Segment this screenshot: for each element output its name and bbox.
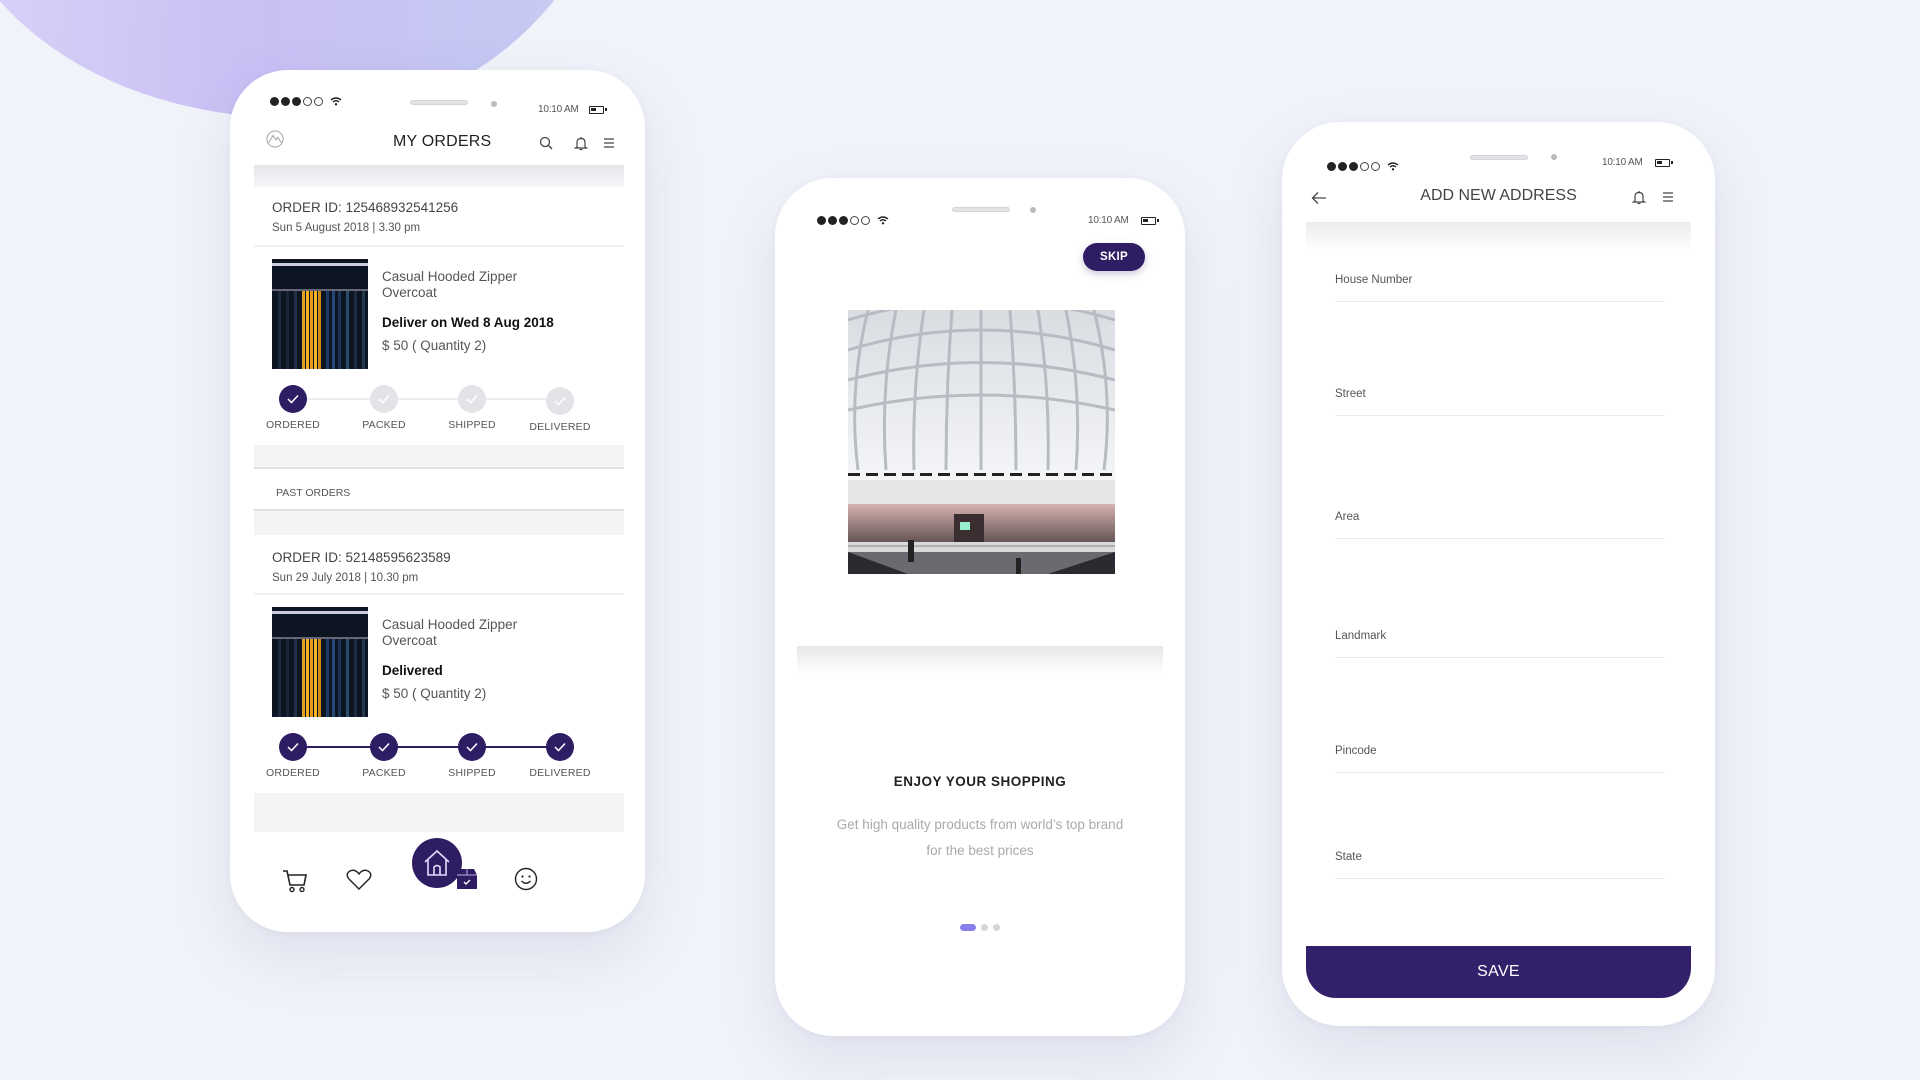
step-shipped: SHIPPED <box>432 733 512 779</box>
carousel-shadow <box>797 646 1163 674</box>
status-time: 10:10 AM <box>538 104 579 115</box>
order-date: Sun 5 August 2018 | 3.30 pm <box>272 222 421 234</box>
page-dot-1[interactable] <box>960 924 976 931</box>
order-date: Sun 29 July 2018 | 10.30 pm <box>272 572 419 584</box>
step-shipped: SHIPPED <box>432 385 512 431</box>
page-title: ADD NEW ADDRESS <box>1420 187 1577 204</box>
step-packed: PACKED <box>344 385 424 431</box>
save-button[interactable]: SAVE <box>1306 946 1691 998</box>
area-field[interactable] <box>1335 499 1665 539</box>
house-number-input[interactable] <box>1335 262 1665 286</box>
logo-icon[interactable] <box>266 130 284 148</box>
signal-icon <box>270 96 342 106</box>
phone-camera <box>491 101 497 107</box>
phone-add-address: 10:10 AM ADD NEW ADDRESS SAVE <box>1282 122 1715 1026</box>
order-id: ORDER ID: 52148595623589 <box>272 550 451 565</box>
bottom-tab-bar <box>230 832 645 932</box>
heart-icon[interactable] <box>344 865 374 895</box>
landmark-input[interactable] <box>1335 618 1665 642</box>
delivery-status: Delivered <box>382 663 443 678</box>
product-image[interactable] <box>272 607 368 717</box>
delivery-status: Deliver on Wed 8 Aug 2018 <box>382 315 554 330</box>
phone-camera <box>1030 207 1036 213</box>
page-title: MY ORDERS <box>393 133 492 150</box>
street-input[interactable] <box>1335 376 1665 400</box>
landmark-field[interactable] <box>1335 618 1665 658</box>
header-shadow <box>1306 222 1691 252</box>
phone-speaker <box>1470 155 1528 160</box>
product-name: Casual Hooded Zipper Overcoat <box>382 617 518 648</box>
check-icon <box>378 742 390 752</box>
product-image[interactable] <box>272 259 368 369</box>
past-orders-header: PAST ORDERS <box>254 469 624 509</box>
phone-onboarding: 10:10 AM SKIP ENJOY YOUR SHOPPING Get hi… <box>775 178 1185 1036</box>
check-icon <box>554 742 566 752</box>
pincode-input[interactable] <box>1335 733 1665 757</box>
page-dot-2[interactable] <box>981 924 988 931</box>
status-time: 10:10 AM <box>1088 215 1129 226</box>
phone-speaker <box>410 100 468 105</box>
check-icon <box>554 396 566 406</box>
battery-icon <box>1655 159 1673 167</box>
status-bar: 10:10 AM <box>775 178 1185 238</box>
check-icon <box>287 394 299 404</box>
status-bar: 10:10 AM <box>230 70 645 130</box>
check-icon <box>466 394 478 404</box>
product-price: $ 50 ( Quantity 2) <box>382 686 487 701</box>
cart-icon[interactable] <box>280 866 310 896</box>
menu-icon[interactable] <box>600 134 618 152</box>
phone-my-orders: 10:10 AM MY ORDERS ORDER ID: 12546893254… <box>230 70 645 932</box>
skip-button[interactable]: SKIP <box>1083 243 1145 271</box>
wifi-icon <box>1387 162 1399 171</box>
pincode-field[interactable] <box>1335 733 1665 773</box>
state-input[interactable] <box>1335 839 1665 863</box>
bell-icon[interactable] <box>572 134 590 152</box>
onboarding-hero-image <box>848 310 1115 574</box>
wifi-icon <box>330 97 342 106</box>
area-input[interactable] <box>1335 499 1665 523</box>
phone-camera <box>1551 154 1557 160</box>
signal-icon <box>817 215 889 225</box>
order-card-current[interactable]: ORDER ID: 125468932541256 Sun 5 August 2… <box>254 187 624 445</box>
page-dot-3[interactable] <box>993 924 1000 931</box>
check-icon <box>287 742 299 752</box>
order-card-past[interactable]: ORDER ID: 52148595623589 Sun 29 July 201… <box>254 535 624 793</box>
step-ordered: ORDERED <box>253 385 333 431</box>
page-indicator[interactable] <box>775 924 1185 931</box>
phone-speaker <box>952 207 1010 212</box>
step-delivered: DELIVERED <box>520 387 600 433</box>
house-number-field[interactable] <box>1335 262 1665 302</box>
wifi-icon <box>877 216 889 225</box>
past-orders-label: PAST ORDERS <box>276 487 351 499</box>
street-field[interactable] <box>1335 376 1665 416</box>
step-packed: PACKED <box>344 733 424 779</box>
battery-icon <box>1141 217 1159 225</box>
orders-feed: ORDER ID: 125468932541256 Sun 5 August 2… <box>254 165 624 845</box>
menu-icon[interactable] <box>1659 188 1677 206</box>
step-ordered: ORDERED <box>253 733 333 779</box>
search-icon[interactable] <box>537 134 555 152</box>
signal-icon <box>1327 161 1399 171</box>
product-name: Casual Hooded Zipper Overcoat <box>382 269 518 300</box>
onboarding-subtitle: Get high quality products from world’s t… <box>836 817 1124 858</box>
status-time: 10:10 AM <box>1602 157 1643 168</box>
check-icon <box>466 742 478 752</box>
check-icon <box>378 394 390 404</box>
state-field[interactable] <box>1335 839 1665 879</box>
step-delivered: DELIVERED <box>520 733 600 779</box>
order-tracker: ORDERED PACKED SHIPPED DELIVERED <box>254 385 624 445</box>
bell-icon[interactable] <box>1630 188 1648 206</box>
status-bar: 10:10 AM <box>1282 122 1715 182</box>
profile-smiley-icon[interactable] <box>511 864 541 894</box>
product-price: $ 50 ( Quantity 2) <box>382 338 487 353</box>
battery-icon <box>589 106 607 114</box>
home-icon <box>424 849 450 876</box>
onboarding-title: ENJOY YOUR SHOPPING <box>893 774 1067 789</box>
order-tracker: ORDERED PACKED SHIPPED DELIVERED <box>254 733 624 793</box>
order-id: ORDER ID: 125468932541256 <box>272 200 459 215</box>
orders-box-icon[interactable] <box>452 864 482 894</box>
